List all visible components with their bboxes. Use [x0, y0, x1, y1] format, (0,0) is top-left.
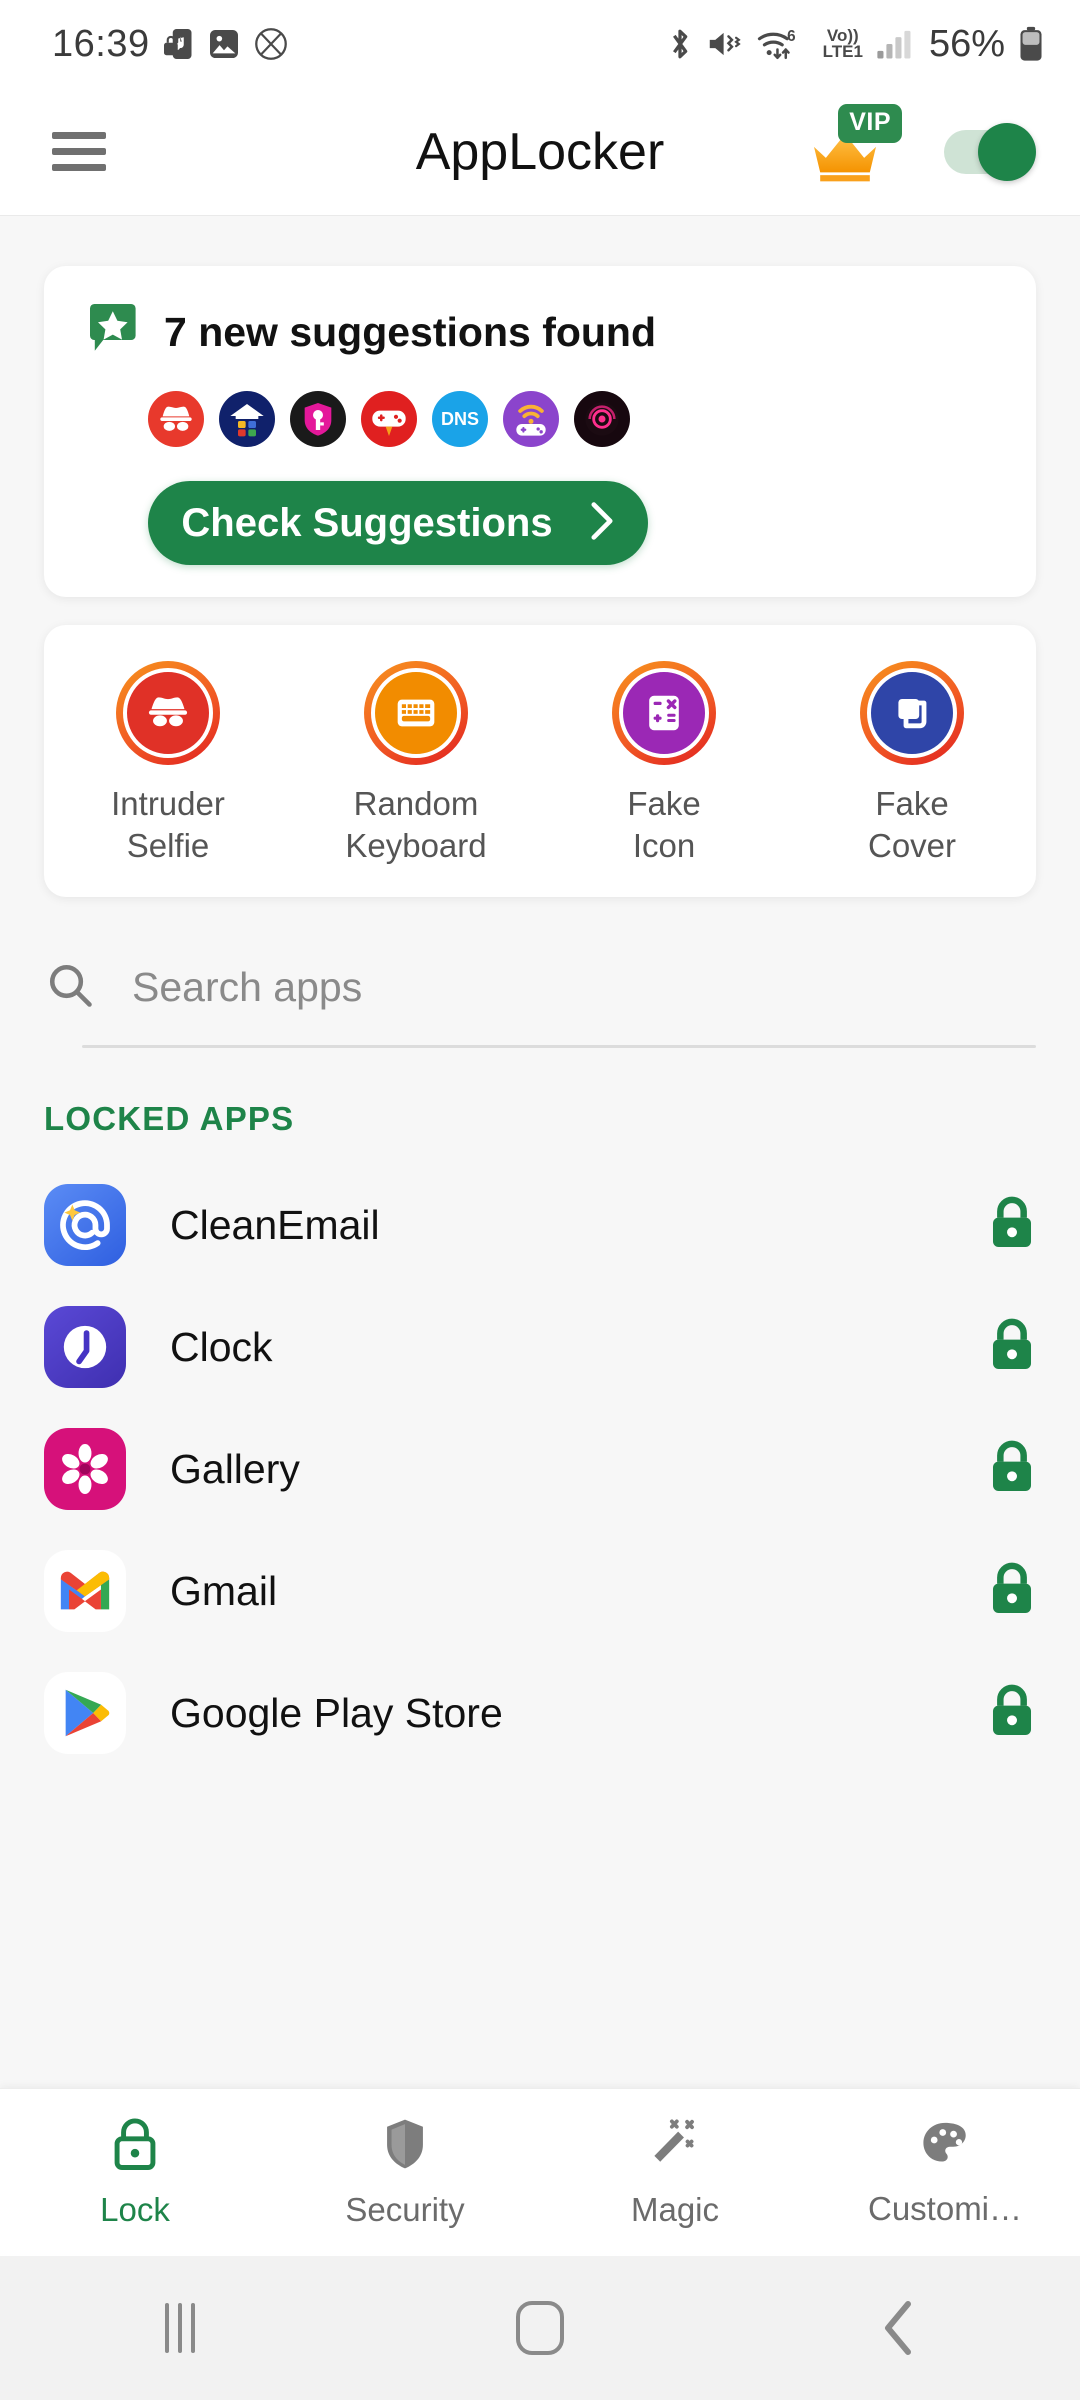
- suggestion-app-icons: DNS: [44, 391, 1036, 447]
- signal-bars-icon: [876, 28, 912, 60]
- search-underline: [82, 1045, 1036, 1049]
- game-booster-app-icon[interactable]: [361, 391, 417, 447]
- scroll-content[interactable]: 7 new suggestions found DNS Check Sugges…: [0, 216, 1080, 2088]
- master-lock-toggle[interactable]: [944, 122, 1036, 181]
- app-bar: AppLocker VIP: [0, 88, 1080, 216]
- star-speech-bubble-icon: [86, 302, 142, 363]
- table-row[interactable]: Clock: [0, 1286, 1080, 1408]
- lock-status-icon[interactable]: [988, 1684, 1036, 1743]
- suggestions-header: 7 new suggestions found: [44, 302, 1036, 363]
- incognito-app-icon[interactable]: [148, 391, 204, 447]
- play-store-app-icon: [44, 1672, 126, 1755]
- search-icon: [44, 959, 96, 1016]
- no-sim-circle-icon: [254, 27, 288, 61]
- app-name: Google Play Store: [170, 1689, 503, 1736]
- feature-ring: [364, 661, 468, 765]
- bluetooth-icon: [666, 27, 694, 61]
- image-icon: [208, 28, 240, 60]
- vip-badge: VIP: [838, 103, 902, 143]
- fake-cover-icon: [867, 668, 957, 758]
- random-keyboard-icon: [371, 668, 461, 758]
- recents-icon[interactable]: [0, 2303, 360, 2353]
- palette-icon: [918, 2117, 972, 2176]
- locked-apps-heading: LOCKED APPS: [44, 1100, 295, 1138]
- feature-label: Fake Cover: [867, 785, 957, 865]
- feature-shortcuts-card: Intruder Selfie Random Keyboard Fake Ico…: [44, 625, 1036, 898]
- feature-random-keyboard[interactable]: Random Keyboard: [292, 661, 540, 867]
- nav-item-customize[interactable]: Customi…: [810, 2089, 1080, 2256]
- feature-ring: [116, 661, 220, 765]
- nav-item-magic[interactable]: Magic: [540, 2089, 810, 2256]
- feature-ring: [612, 661, 716, 765]
- nav-label: Security: [345, 2191, 465, 2228]
- search-input[interactable]: Search apps: [132, 964, 362, 1011]
- android-system-nav: [0, 2256, 1080, 2400]
- dns-changer-app-icon[interactable]: DNS: [432, 391, 488, 447]
- battery-percent-label: 56%: [928, 22, 1005, 65]
- launcher-app-icon[interactable]: [219, 391, 275, 447]
- feature-label: Random Keyboard: [345, 785, 487, 865]
- check-suggestions-label: Check Suggestions: [181, 500, 553, 545]
- home-icon[interactable]: [360, 2301, 720, 2355]
- nav-label: Customi…: [867, 2190, 1023, 2227]
- app-name: Gmail: [170, 1567, 278, 1614]
- lock-status-icon[interactable]: [988, 1440, 1036, 1499]
- mute-vibrate-icon: [707, 28, 743, 60]
- game-wifi-app-icon[interactable]: [503, 391, 559, 447]
- bottom-navigation: Lock Security Magic Customi…: [0, 2088, 1080, 2256]
- battery-icon: [1018, 26, 1044, 62]
- feature-label: Fake Icon: [627, 785, 701, 865]
- gallery-app-icon: [44, 1428, 126, 1511]
- status-bar-clock: 16:39: [52, 22, 150, 65]
- locked-apps-list: CleanEmail Clock Gallery Gmail Google Pl…: [0, 1164, 1080, 1774]
- intruder-selfie-icon: [123, 668, 213, 758]
- suggestions-title: 7 new suggestions found: [164, 309, 657, 355]
- status-bar-left: 16:39: [52, 23, 288, 66]
- nav-label: Lock: [100, 2191, 170, 2228]
- music-note-lock-icon: [163, 27, 194, 61]
- toggle-thumb: [978, 122, 1036, 181]
- lock-status-icon[interactable]: [988, 1318, 1036, 1377]
- lock-status-icon[interactable]: [988, 1196, 1036, 1255]
- cleanemail-app-icon: [44, 1184, 126, 1267]
- feature-label: Intruder Selfie: [111, 785, 225, 865]
- table-row[interactable]: Gallery: [0, 1408, 1080, 1530]
- nav-label: Magic: [630, 2191, 720, 2228]
- status-bar: 16:39 6 Vo)) LTE1 56%: [0, 0, 1080, 88]
- radar-app-icon[interactable]: [574, 391, 630, 447]
- table-row[interactable]: Google Play Store: [0, 1652, 1080, 1774]
- table-row[interactable]: Gmail: [0, 1530, 1080, 1652]
- wifi6-data-icon: 6: [756, 26, 810, 62]
- app-bar-actions: VIP: [806, 103, 1036, 194]
- table-row[interactable]: CleanEmail: [0, 1164, 1080, 1286]
- nav-item-security[interactable]: Security: [270, 2089, 540, 2256]
- key-vault-app-icon[interactable]: [290, 391, 346, 447]
- shield-icon: [380, 2116, 430, 2177]
- feature-ring: [860, 661, 964, 765]
- feature-fake-cover[interactable]: Fake Cover: [788, 661, 1036, 867]
- phone-screen: 16:39 6 Vo)) LTE1 56% AppLocker VIP 7 ne…: [0, 0, 1080, 2400]
- vip-upgrade-button[interactable]: VIP: [806, 103, 902, 194]
- search-bar[interactable]: Search apps: [44, 939, 1036, 1035]
- app-name: Gallery: [170, 1445, 300, 1492]
- magic-wand-icon: [648, 2116, 702, 2177]
- lock-status-icon[interactable]: [988, 1562, 1036, 1621]
- app-name: Clock: [170, 1323, 273, 1370]
- feature-fake-icon[interactable]: Fake Icon: [540, 661, 788, 867]
- gmail-app-icon: [44, 1550, 126, 1633]
- chevron-right-icon: [589, 501, 615, 546]
- status-bar-right: 6 Vo)) LTE1 56%: [666, 23, 1044, 66]
- lock-icon: [110, 2116, 160, 2177]
- suggestions-card: 7 new suggestions found DNS Check Sugges…: [44, 266, 1036, 597]
- app-name: CleanEmail: [170, 1201, 380, 1248]
- volte-indicator: Vo)) LTE1: [822, 25, 863, 61]
- check-suggestions-button[interactable]: Check Suggestions: [148, 481, 648, 565]
- clock-app-icon: [44, 1306, 126, 1389]
- fake-icon-calculator-icon: [619, 668, 709, 758]
- svg-text:6: 6: [787, 28, 795, 45]
- feature-intruder-selfie[interactable]: Intruder Selfie: [44, 661, 292, 867]
- hamburger-menu-icon[interactable]: [52, 132, 106, 171]
- back-icon[interactable]: [720, 2300, 1080, 2356]
- nav-item-lock[interactable]: Lock: [0, 2089, 270, 2256]
